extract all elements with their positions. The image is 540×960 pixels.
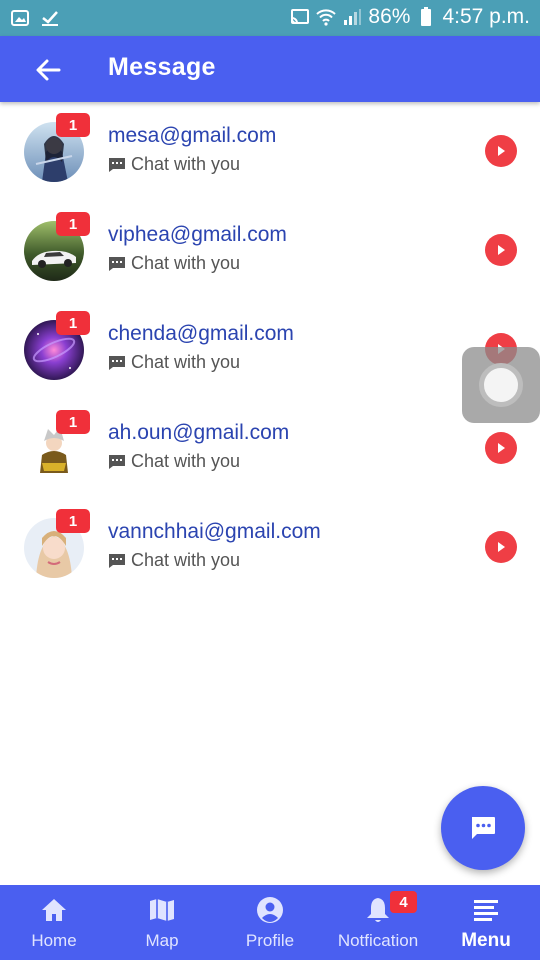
message-row[interactable]: 1 ah.oun@gmail.com Chat with you	[0, 399, 540, 498]
menu-icon	[471, 895, 501, 925]
back-button[interactable]	[30, 52, 66, 88]
nav-item-notification[interactable]: 4 Notfication	[328, 885, 428, 960]
arrow-left-icon	[36, 59, 61, 81]
check-icon	[40, 8, 60, 28]
message-icon	[109, 157, 125, 172]
circle-icon	[479, 363, 523, 407]
status-bar: 86% 4:57 p.m.	[0, 0, 540, 36]
message-preview: Chat with you	[108, 352, 240, 373]
new-chat-fab[interactable]	[441, 786, 525, 870]
page-title: Message	[108, 53, 216, 81]
sender-email: chenda@gmail.com	[108, 322, 294, 345]
message-preview: Chat with you	[108, 451, 240, 472]
nav-item-map[interactable]: Map	[112, 885, 212, 960]
assistive-touch-button[interactable]	[462, 347, 540, 423]
wifi-icon	[316, 7, 337, 27]
message-preview: Chat with you	[108, 154, 240, 175]
app-bar: Message	[0, 36, 540, 102]
map-icon	[147, 895, 177, 925]
open-chat-button[interactable]	[485, 135, 517, 167]
message-row[interactable]: 1 mesa@gmail.com Chat with you	[0, 102, 540, 201]
message-preview-text: Chat with you	[131, 154, 241, 174]
status-time: 4:57 p.m.	[442, 5, 530, 28]
battery-percent: 86%	[368, 5, 411, 28]
unread-badge: 1	[56, 509, 90, 533]
play-icon	[498, 443, 505, 453]
message-preview-text: Chat with you	[131, 352, 241, 372]
message-row[interactable]: 1 viphea@gmail.com Chat with you	[0, 201, 540, 300]
message-icon	[109, 256, 125, 271]
bottom-navigation: Home Map Profile 4 Notfication Menu	[0, 885, 540, 960]
unread-badge: 1	[56, 410, 90, 434]
sender-email: viphea@gmail.com	[108, 223, 287, 246]
message-preview: Chat with you	[108, 550, 240, 571]
unread-badge: 1	[56, 113, 90, 137]
message-icon	[109, 355, 125, 370]
nav-label: Profile	[245, 931, 295, 950]
unread-badge: 1	[56, 212, 90, 236]
open-chat-button[interactable]	[485, 234, 517, 266]
message-preview-text: Chat with you	[131, 550, 241, 570]
nav-label: Notfication	[337, 931, 419, 950]
nav-item-menu[interactable]: Menu	[436, 885, 536, 960]
nav-label: Menu	[461, 930, 511, 951]
play-icon	[498, 245, 505, 255]
chat-bubble-icon	[472, 817, 495, 839]
home-icon	[39, 895, 69, 925]
unread-badge: 1	[56, 311, 90, 335]
message-list: 1 mesa@gmail.com Chat with you 1 viphea@…	[0, 102, 540, 597]
message-preview: Chat with you	[108, 253, 240, 274]
sender-email: ah.oun@gmail.com	[108, 421, 290, 444]
nav-item-profile[interactable]: Profile	[220, 885, 320, 960]
notification-count-badge: 4	[390, 891, 417, 913]
account-circle-icon	[255, 895, 285, 925]
message-preview-text: Chat with you	[131, 451, 241, 471]
message-row[interactable]: 1 vannchhai@gmail.com Chat with you	[0, 498, 540, 597]
sender-email: vannchhai@gmail.com	[108, 520, 321, 543]
message-icon	[109, 454, 125, 469]
open-chat-button[interactable]	[485, 432, 517, 464]
bell-icon	[363, 895, 393, 925]
message-preview-text: Chat with you	[131, 253, 241, 273]
message-row[interactable]: 1 chenda@gmail.com Chat with you	[0, 300, 540, 399]
sender-email: mesa@gmail.com	[108, 124, 277, 147]
message-icon	[109, 553, 125, 568]
cast-icon	[290, 7, 310, 27]
play-icon	[498, 146, 505, 156]
battery-icon	[416, 7, 436, 27]
nav-label: Home	[31, 931, 77, 950]
signal-icon	[342, 7, 362, 27]
gallery-icon	[10, 8, 30, 28]
play-icon	[498, 542, 505, 552]
nav-item-home[interactable]: Home	[4, 885, 104, 960]
open-chat-button[interactable]	[485, 531, 517, 563]
nav-label: Map	[145, 931, 179, 950]
